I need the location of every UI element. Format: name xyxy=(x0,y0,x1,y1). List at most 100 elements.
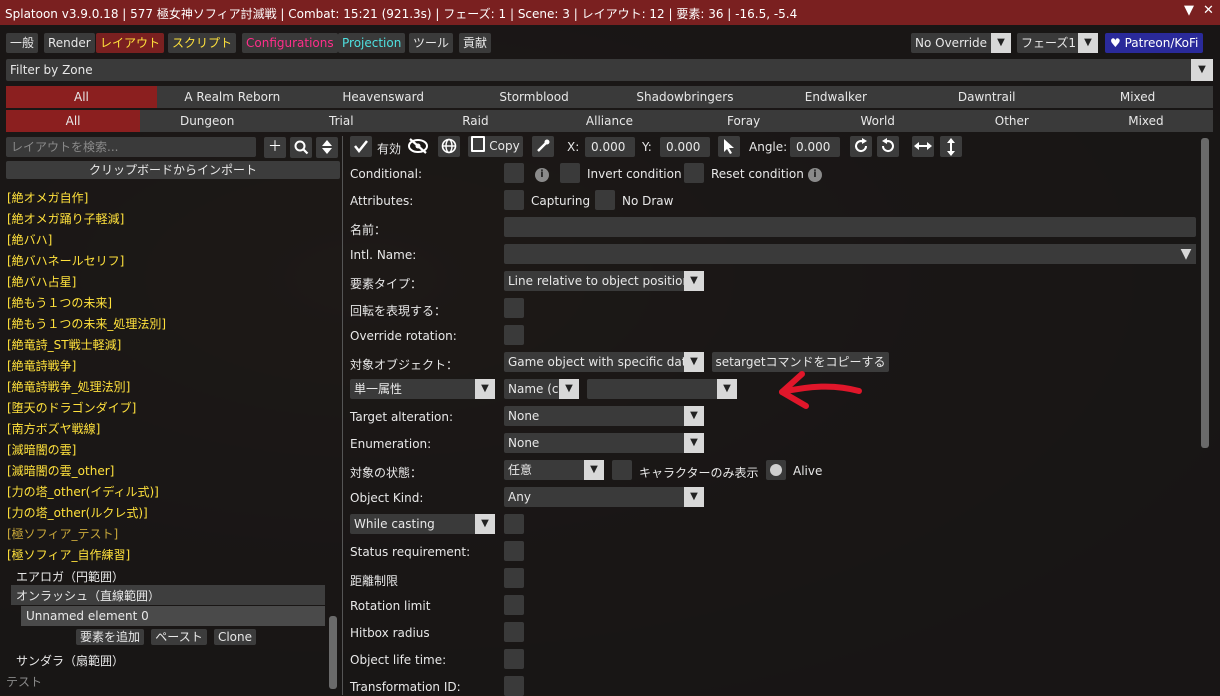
distance-limit-checkbox[interactable] xyxy=(504,568,524,588)
zone-filter-dropdown[interactable]: Filter by Zone ▼ xyxy=(6,59,1213,81)
copy-button[interactable]: Copy xyxy=(468,136,523,157)
info-icon[interactable]: i xyxy=(535,166,549,182)
zone-item[interactable]: [絶竜詩_ST戦士軽減] xyxy=(7,336,121,353)
tab-general[interactable]: 一般 xyxy=(6,33,39,53)
name-input[interactable] xyxy=(504,217,1196,237)
element-unnamed-row[interactable]: Unnamed element 0 xyxy=(21,606,325,626)
layout-test[interactable]: テスト xyxy=(6,673,42,690)
left-scrollbar[interactable] xyxy=(329,616,337,689)
alive-toggle[interactable] xyxy=(766,460,786,480)
rotate-cw-icon[interactable] xyxy=(850,136,872,157)
tab-layouts[interactable]: レイアウト xyxy=(96,33,165,53)
tab-scripts[interactable]: スクリプト xyxy=(168,33,237,53)
transformation-id-checkbox[interactable] xyxy=(504,676,524,696)
visibility-off-icon[interactable] xyxy=(407,137,429,158)
no-draw-checkbox[interactable] xyxy=(595,190,615,210)
enumeration-dropdown[interactable]: None ▼ xyxy=(504,433,704,453)
angle-input[interactable]: 0.000 xyxy=(790,137,840,157)
layout-search-input[interactable]: レイアウトを検索... xyxy=(6,137,256,157)
override-dropdown[interactable]: No Override ▼ xyxy=(911,33,1011,53)
rotate-ccw-icon[interactable] xyxy=(877,136,899,157)
while-casting-checkbox[interactable] xyxy=(504,514,524,534)
expansion-filter-item-7[interactable]: Mixed xyxy=(1062,86,1213,108)
target-state-dropdown[interactable]: 任意 ▼ xyxy=(504,460,604,480)
expansion-filter-item-5[interactable]: Endwalker xyxy=(760,86,911,108)
zone-item[interactable]: [堕天のドラゴンダイブ] xyxy=(7,399,136,416)
check-icon[interactable] xyxy=(350,136,372,157)
zone-item[interactable]: [絶もう１つの未来_処理法別] xyxy=(7,315,166,332)
while-casting-dropdown[interactable]: While casting ▼ xyxy=(350,514,495,534)
sort-updown-icon[interactable] xyxy=(316,137,338,158)
content-type-filter-item-6[interactable]: World xyxy=(811,110,945,132)
zone-item[interactable]: [絶オメガ自作] xyxy=(7,189,88,206)
reset-condition-checkbox[interactable] xyxy=(684,163,704,183)
content-type-filter-item-4[interactable]: Alliance xyxy=(542,110,676,132)
clone-button[interactable]: Clone xyxy=(214,629,256,645)
character-only-checkbox[interactable] xyxy=(612,460,632,480)
globe-icon[interactable] xyxy=(438,136,460,157)
x-input[interactable]: 0.000 xyxy=(585,137,635,157)
add-layout-icon[interactable]: ＋ xyxy=(264,137,286,158)
zone-item[interactable]: [滅暗闇の雲_other] xyxy=(7,462,114,479)
tab-configurations[interactable]: Configurations xyxy=(242,33,338,53)
hitbox-radius-checkbox[interactable] xyxy=(504,622,524,642)
content-type-filter-item-7[interactable]: Other xyxy=(945,110,1079,132)
phase-dropdown[interactable]: フェーズ1 ▼ xyxy=(1017,33,1098,53)
content-type-filter-item-8[interactable]: Mixed xyxy=(1079,110,1213,132)
zone-item[interactable]: [絶バハネールセリフ] xyxy=(7,252,124,269)
capturing-checkbox[interactable] xyxy=(504,190,524,210)
search-zoom-icon[interactable] xyxy=(290,137,312,158)
zone-item[interactable]: [絶竜詩戦争] xyxy=(7,357,76,374)
attribute-value-dropdown[interactable]: ▼ xyxy=(587,379,737,399)
invert-condition-checkbox[interactable] xyxy=(560,163,580,183)
object-kind-dropdown[interactable]: Any ▼ xyxy=(504,487,704,507)
content-type-filter-item-2[interactable]: Trial xyxy=(274,110,408,132)
eyedropper-icon[interactable] xyxy=(532,136,554,157)
element-type-dropdown[interactable]: Line relative to object position ▼ xyxy=(504,271,704,291)
content-type-filter-item-3[interactable]: Raid xyxy=(408,110,542,132)
paste-button[interactable]: ペースト xyxy=(151,629,207,645)
collapse-icon[interactable]: ▼ xyxy=(1184,3,1194,18)
object-life-time-checkbox[interactable] xyxy=(504,649,524,669)
title-bar[interactable]: Splatoon v3.9.0.18 | 577 極女神ソフィア討滅戦 | Co… xyxy=(0,0,1220,25)
expansion-filter-item-0[interactable]: All xyxy=(6,86,157,108)
layout-sandaga[interactable]: サンダラ（扇範囲） xyxy=(16,652,124,669)
expansion-filter-item-3[interactable]: Stormblood xyxy=(459,86,610,108)
expansion-filter-item-4[interactable]: Shadowbringers xyxy=(610,86,761,108)
zone-item[interactable]: [力の塔_other(ルクレ式)] xyxy=(7,504,148,521)
tab-contribute[interactable]: 貢献 xyxy=(459,33,492,53)
flip-vertical-icon[interactable] xyxy=(940,136,962,157)
conditional-checkbox[interactable] xyxy=(504,163,524,183)
editor-scrollbar[interactable] xyxy=(1201,138,1209,448)
zone-item[interactable]: [絶バハ占星] xyxy=(7,273,76,290)
zone-item[interactable]: [力の塔_other(イディル式)] xyxy=(7,483,159,500)
express-rotation-checkbox[interactable] xyxy=(504,298,524,318)
intl-name-dropdown[interactable]: ▼ xyxy=(504,244,1196,264)
expansion-filter-item-2[interactable]: Heavensward xyxy=(308,86,459,108)
zone-item[interactable]: [滅暗闇の雲] xyxy=(7,441,76,458)
content-type-filter-item-0[interactable]: All xyxy=(6,110,141,132)
content-type-filter-item-1[interactable]: Dungeon xyxy=(140,110,274,132)
rotation-limit-checkbox[interactable] xyxy=(504,595,524,615)
layout-onrush-row[interactable]: オンラッシュ（直線範囲） xyxy=(11,585,325,605)
content-type-filter-item-5[interactable]: Foray xyxy=(677,110,811,132)
flip-horizontal-icon[interactable] xyxy=(912,136,934,157)
cursor-icon[interactable] xyxy=(718,136,740,157)
status-requirement-checkbox[interactable] xyxy=(504,541,524,561)
layout-aeroga[interactable]: エアロガ（円範囲） xyxy=(16,568,124,585)
zone-item[interactable]: [絶バハ] xyxy=(7,231,52,248)
patreon-button[interactable]: ♥ Patreon/KoFi xyxy=(1105,33,1204,53)
name-attribute-dropdown[interactable]: Name (c ▼ xyxy=(504,379,579,399)
zone-item[interactable]: [極ソフィア_テスト] xyxy=(7,525,118,542)
info-icon[interactable]: i xyxy=(808,166,822,182)
expansion-filter-item-6[interactable]: Dawntrail xyxy=(911,86,1062,108)
add-element-button[interactable]: 要素を追加 xyxy=(76,629,144,645)
target-alteration-dropdown[interactable]: None ▼ xyxy=(504,406,704,426)
zone-item[interactable]: [絶竜詩戦争_処理法別] xyxy=(7,378,130,395)
expansion-filter-item-1[interactable]: A Realm Reborn xyxy=(157,86,308,108)
zone-item[interactable]: [南方ボズヤ戦線] xyxy=(7,420,100,437)
override-rotation-checkbox[interactable] xyxy=(504,325,524,345)
import-clipboard-button[interactable]: クリップボードからインポート xyxy=(6,161,340,179)
zone-item[interactable]: [絶もう１つの未来] xyxy=(7,294,112,311)
target-object-dropdown[interactable]: Game object with specific data ▼ xyxy=(504,352,704,372)
